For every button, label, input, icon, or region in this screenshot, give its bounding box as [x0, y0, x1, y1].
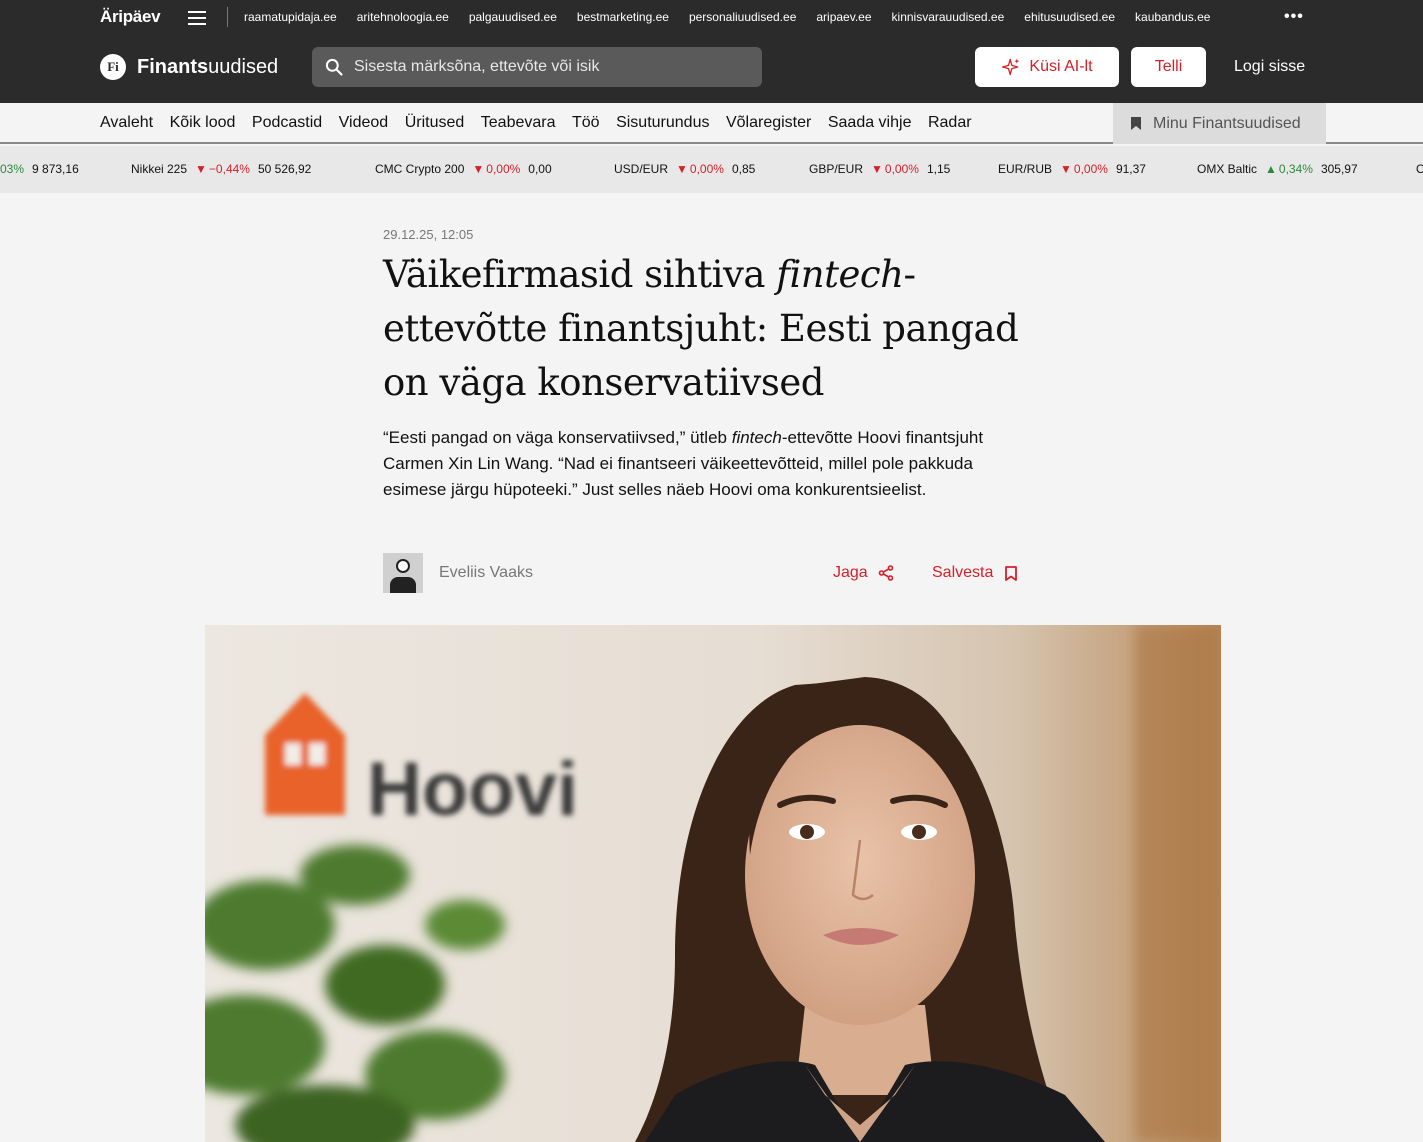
ticker-value: 50 526,92 [257, 162, 312, 176]
share-label: Jaga [833, 564, 868, 581]
ticker-change: −0,44% [208, 162, 250, 176]
login-link[interactable]: Logi sisse [1234, 58, 1305, 76]
section-nav-items: Avaleht Kõik lood Podcastid Videod Üritu… [100, 114, 988, 132]
nav-item-radar[interactable]: Radar [928, 114, 972, 132]
save-button[interactable]: Salvesta [932, 564, 1018, 582]
my-finantsuudised-label: Minu Finantsuudised [1153, 114, 1301, 132]
nav-item-koik-lood[interactable]: Kõik lood [170, 114, 236, 132]
network-link[interactable]: palgauudised.ee [469, 10, 557, 24]
hero-sign-text: Hoovi [367, 747, 578, 832]
author-byline[interactable]: Eveliis Vaaks [383, 553, 533, 593]
sparkle-icon [1002, 58, 1020, 76]
ticker-change: 03% [0, 162, 25, 176]
network-link[interactable]: raamatupidaja.ee [244, 10, 337, 24]
network-link[interactable]: ehitusuudised.ee [1024, 10, 1115, 24]
article-lead: “Eesti pangad on väga konservatiivsed,” … [383, 428, 984, 499]
ticker-change: 0,00% [1073, 162, 1108, 176]
arrow-down-icon: ▼ [871, 162, 883, 176]
arrow-down-icon: ▼ [1060, 162, 1072, 176]
ticker-name: O [1416, 162, 1423, 176]
logo-text: Finantsuudised [137, 55, 279, 78]
more-icon[interactable]: ••• [1284, 8, 1304, 26]
divider [227, 7, 228, 27]
hero-image: Hoovi [205, 625, 1221, 1142]
market-ticker: 03% 9 873,16 Nikkei 225 ▼ −0,44% 50 526,… [0, 146, 1423, 193]
share-icon [878, 565, 894, 581]
arrow-down-icon: ▼ [676, 162, 688, 176]
hamburger-menu-icon[interactable] [188, 11, 206, 25]
ask-ai-button[interactable]: Küsi AI-lt [975, 47, 1119, 87]
ticker-value: 91,37 [1115, 162, 1146, 176]
network-link[interactable]: personaliuudised.ee [689, 10, 796, 24]
ticker-value: 1,15 [926, 162, 951, 176]
nav-item-videod[interactable]: Videod [339, 114, 389, 132]
ticker-value: 0,00 [528, 162, 552, 176]
arrow-down-icon: ▼ [472, 162, 485, 176]
network-link[interactable]: bestmarketing.ee [577, 10, 669, 24]
network-bar: Äripäev raamatupidaja.ee aritehnoloogia.… [0, 0, 1423, 34]
nav-item-saada-vihje[interactable]: Saada vihje [828, 114, 912, 132]
ticker-value: 305,97 [1320, 162, 1358, 176]
ticker-name: GBP/EUR [809, 162, 864, 176]
arrow-up-icon: ▲ [1265, 162, 1277, 176]
search-input[interactable] [354, 58, 744, 76]
ticker-item[interactable]: OMX Baltic ▲ 0,34% 305,97 [1197, 162, 1358, 176]
search-icon [325, 58, 343, 76]
section-nav: Avaleht Kõik lood Podcastid Videod Üritu… [0, 103, 1423, 144]
share-button[interactable]: Jaga [833, 564, 894, 582]
ticker-item[interactable]: USD/EUR ▼ 0,00% 0,85 [614, 162, 755, 176]
bookmark-outline-icon [1005, 565, 1018, 581]
nav-item-volaregister[interactable]: Võlaregister [726, 114, 811, 132]
avatar [383, 553, 423, 593]
ticker-value: 9 873,16 [32, 162, 79, 176]
ticker-item[interactable]: Nikkei 225 ▼ −0,44% 50 526,92 [131, 162, 311, 176]
arrow-down-icon: ▼ [195, 162, 207, 176]
site-header: Fi Finantsuudised Küsi AI-lt Telli Logi … [0, 34, 1423, 103]
subscribe-button[interactable]: Telli [1131, 47, 1206, 87]
ticker-name: USD/EUR [614, 162, 669, 176]
ticker-item[interactable]: CMC Crypto 200 ▼ 0,00% 0,00 [375, 162, 552, 176]
ticker-name: Nikkei 225 [131, 162, 188, 176]
ask-ai-label: Küsi AI-lt [1029, 58, 1093, 75]
network-link[interactable]: aripaev.ee [816, 10, 871, 24]
hero-photo: Hoovi [205, 625, 1221, 1142]
network-link[interactable]: kinnisvarauudised.ee [892, 10, 1005, 24]
nav-item-teabevara[interactable]: Teabevara [481, 114, 556, 132]
logo-mark: Fi [100, 54, 126, 80]
network-link[interactable]: aritehnoloogia.ee [357, 10, 449, 24]
nav-item-avaleht[interactable]: Avaleht [100, 114, 153, 132]
ticker-change: 0,00% [486, 162, 521, 176]
finantsuudised-logo[interactable]: Fi Finantsuudised [100, 54, 278, 80]
nav-item-sisuturundus[interactable]: Sisuturundus [616, 114, 709, 132]
article-date: 29.12.25, 12:05 [383, 227, 474, 242]
search-bar[interactable] [312, 47, 762, 87]
ticker-item[interactable]: GBP/EUR ▼ 0,00% 1,15 [809, 162, 950, 176]
author-name: Eveliis Vaaks [439, 564, 533, 581]
nav-item-uritused[interactable]: Üritused [405, 114, 465, 132]
bookmark-icon [1131, 117, 1141, 130]
ticker-item[interactable]: 03% 9 873,16 [0, 162, 79, 176]
article-title: Väikefirmasid sihtiva fintech-ettevõtte … [383, 253, 1019, 404]
network-link[interactable]: kaubandus.ee [1135, 10, 1210, 24]
ticker-value: 0,85 [731, 162, 756, 176]
ticker-change: 0,00% [689, 162, 724, 176]
ticker-name: EUR/RUB [998, 162, 1053, 176]
ticker-change: 0,34% [1278, 162, 1313, 176]
my-finantsuudised-button[interactable]: Minu Finantsuudised [1113, 103, 1326, 144]
ticker-name: CMC Crypto 200 [375, 162, 465, 176]
nav-item-podcastid[interactable]: Podcastid [252, 114, 322, 132]
ticker-name: OMX Baltic [1197, 162, 1258, 176]
ticker-item[interactable]: O [1416, 162, 1423, 176]
network-links: raamatupidaja.ee aritehnoloogia.ee palga… [244, 10, 1230, 24]
ticker-change: 0,00% [884, 162, 919, 176]
ticker-item[interactable]: EUR/RUB ▼ 0,00% 91,37 [998, 162, 1146, 176]
aripaev-logo[interactable]: Äripäev [100, 7, 161, 27]
save-label: Salvesta [932, 564, 994, 581]
nav-item-too[interactable]: Töö [572, 114, 600, 132]
